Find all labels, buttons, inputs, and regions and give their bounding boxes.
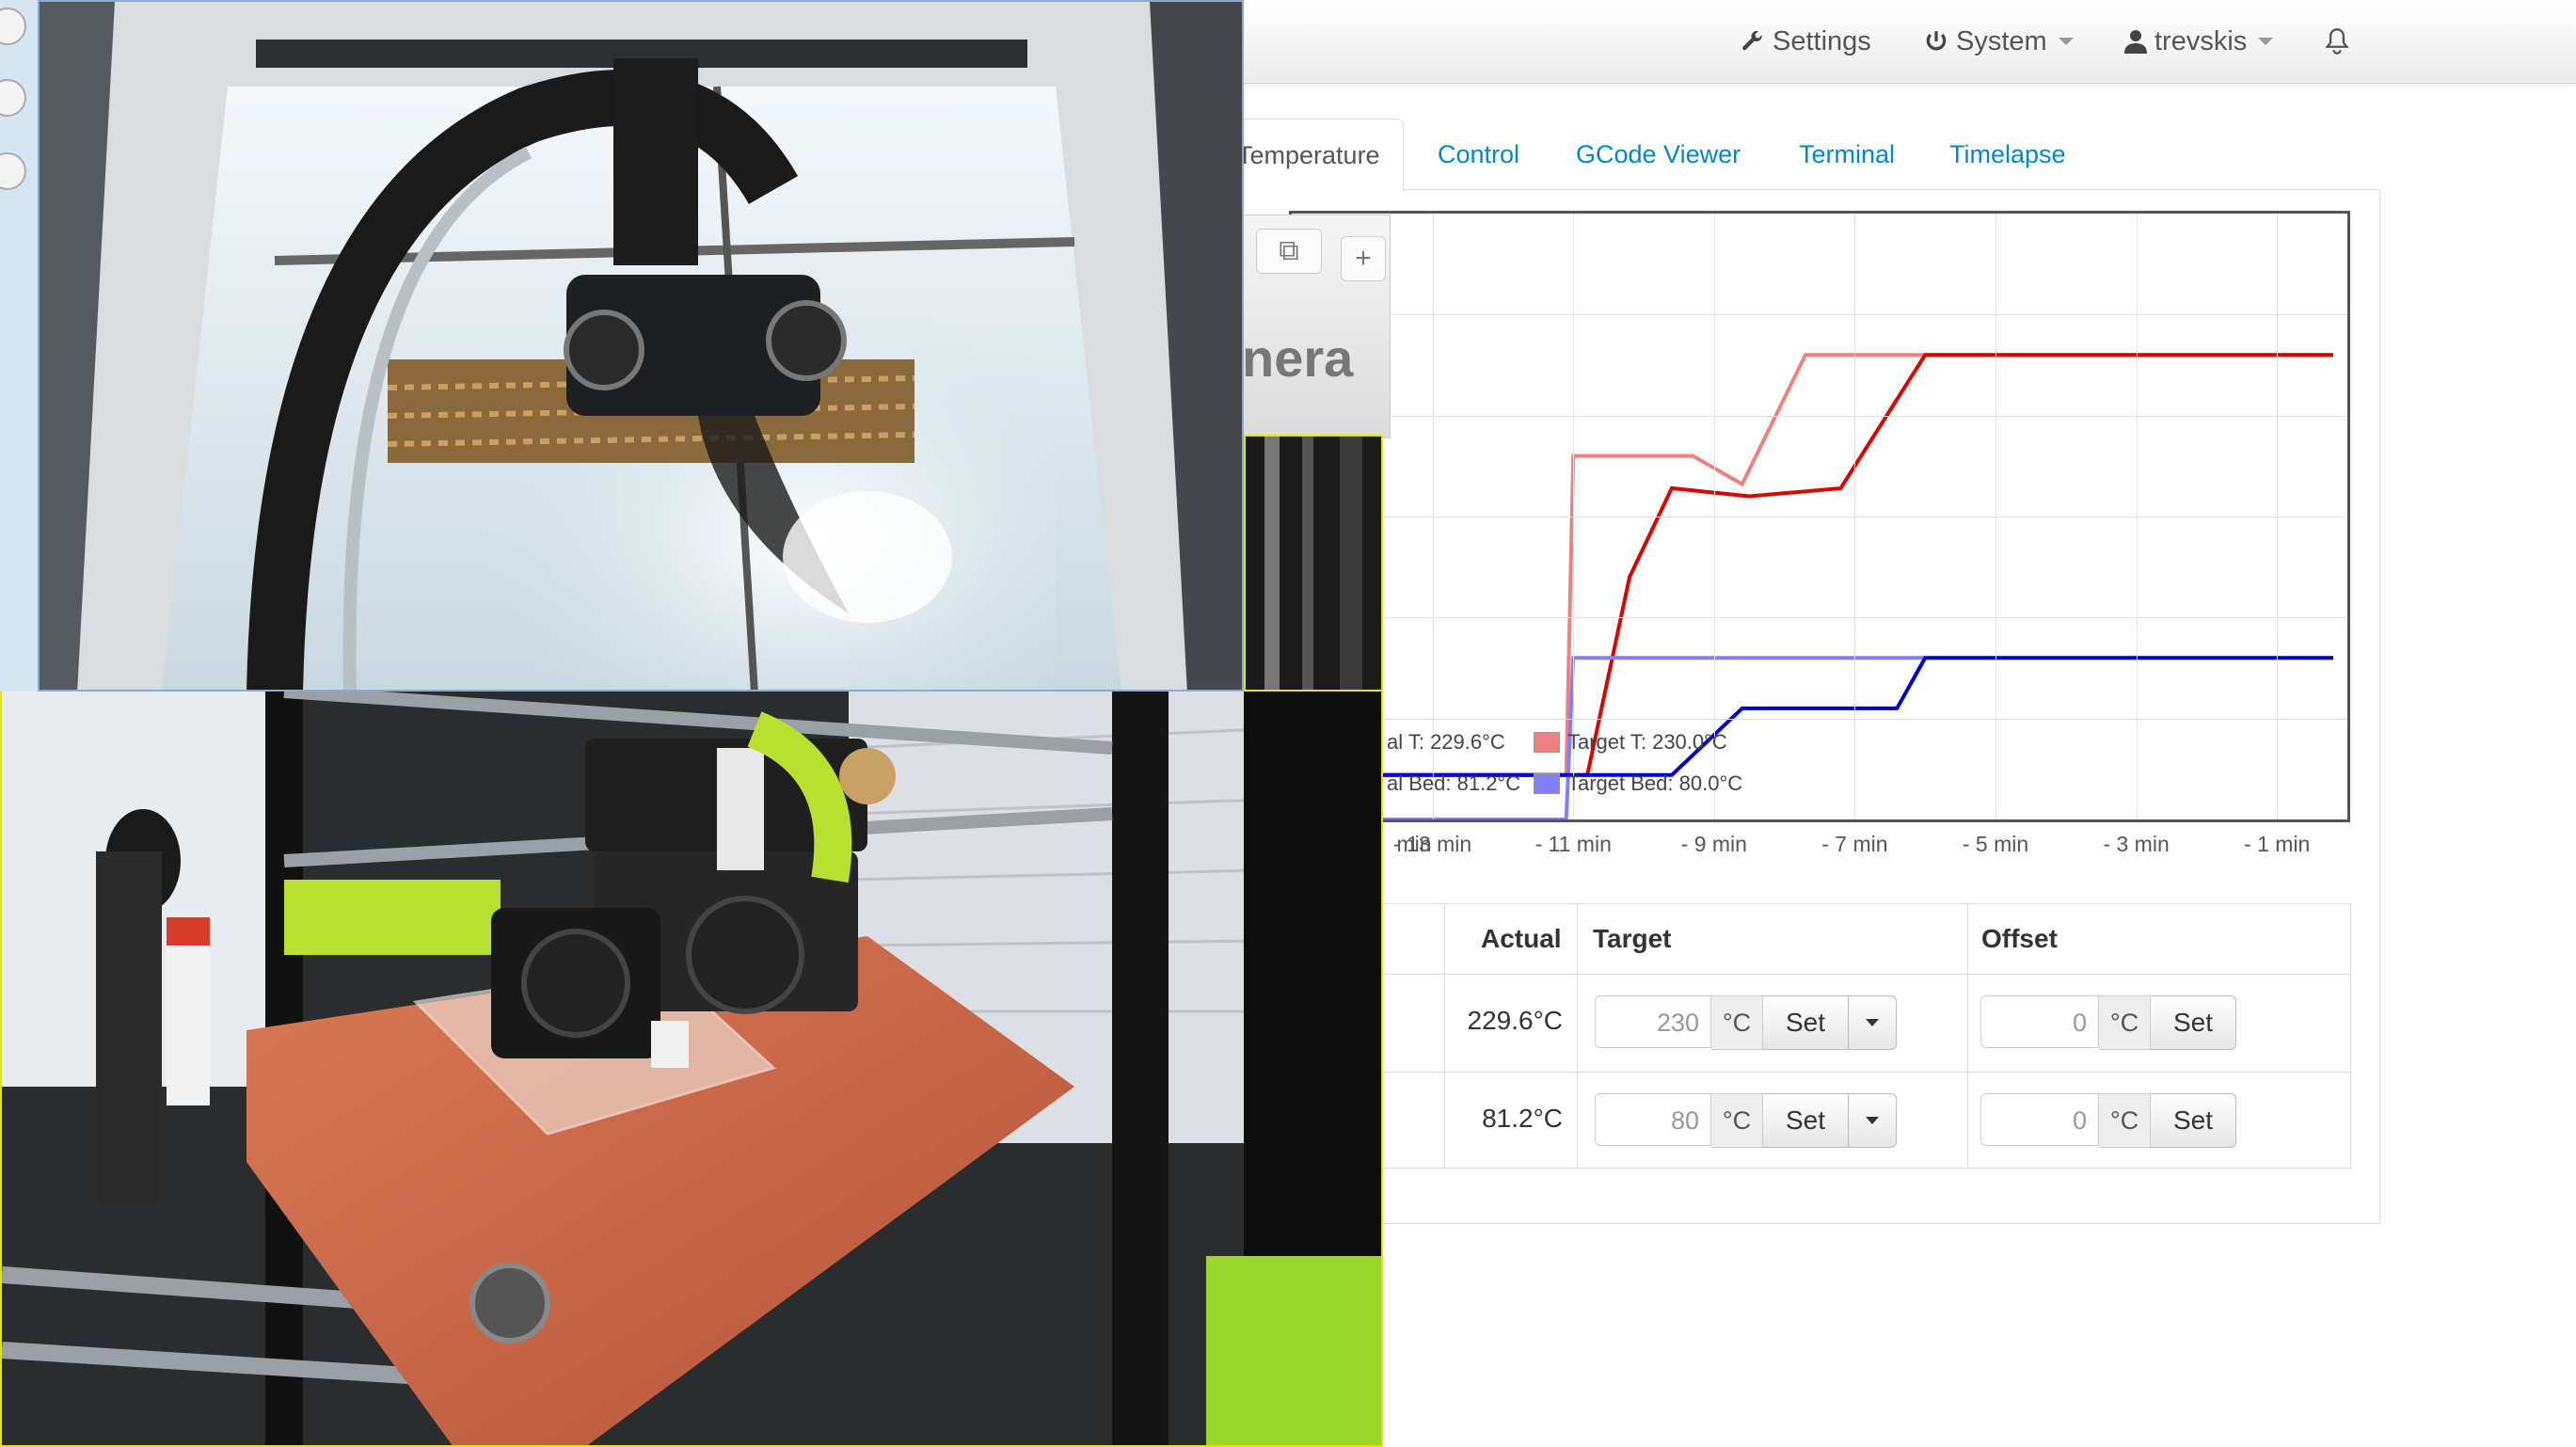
open-printer-camera-image xyxy=(2,692,1381,1445)
x-tick-label: - 13 min xyxy=(1393,832,1472,856)
tab-timelapse[interactable]: Timelapse xyxy=(1949,119,2066,190)
bed-offset-input[interactable]: 0 xyxy=(1980,1093,2099,1146)
legend-swatch-target-tool xyxy=(1534,732,1560,753)
bell-icon xyxy=(2325,28,2349,55)
x-tick-label: - 3 min xyxy=(2103,832,2170,856)
tool-offset-input[interactable]: 0 xyxy=(1980,995,2099,1048)
bed-offset-set-button[interactable]: Set xyxy=(2151,1093,2236,1148)
restore-window-icon[interactable]: ⧉ xyxy=(1256,229,1322,274)
system-menu[interactable]: System xyxy=(1924,21,2074,62)
user-icon xyxy=(2124,30,2147,54)
bed-target-dropdown-button[interactable] xyxy=(1849,1093,1897,1148)
chevron-down-icon xyxy=(2058,38,2074,45)
x-tick-label: - 1 min xyxy=(2244,832,2311,856)
strip-button-icon[interactable] xyxy=(0,79,26,117)
header-target: Target xyxy=(1593,924,1672,953)
grid-line-horizontal xyxy=(1292,617,2347,619)
tab-terminal[interactable]: Terminal xyxy=(1799,119,1895,190)
chevron-down-icon xyxy=(2258,38,2274,45)
grid-line-horizontal xyxy=(1292,314,2347,316)
table-column-divider xyxy=(1967,904,1968,1168)
bed-actual-temp: 81.2°C xyxy=(1482,1104,1563,1133)
user-label: trevskis xyxy=(2155,25,2248,56)
x-tick-label: - 7 min xyxy=(1821,832,1888,856)
webcam-feed-side xyxy=(1244,435,1383,692)
tool-target-input[interactable]: 230 xyxy=(1595,995,1711,1048)
x-tick-label: - 11 min xyxy=(1534,832,1612,856)
tool-offset-control: 0 °C Set xyxy=(1980,995,2236,1050)
temperature-table: Actual Target Offset 229.6°C 230 °C Set … xyxy=(1214,903,2351,1169)
add-icon[interactable]: + xyxy=(1341,236,1386,281)
webcam-panel-title: nera xyxy=(1242,328,1354,388)
legend-actual-bed: al Bed: 81.2°C xyxy=(1387,771,1520,796)
table-column-divider xyxy=(1577,904,1578,1168)
bed-offset-unit: °C xyxy=(2099,1093,2151,1148)
series-line-actual-bed xyxy=(1292,656,2334,777)
bed-offset-control: 0 °C Set xyxy=(1980,1093,2236,1148)
printer-frame-camera-image xyxy=(1246,437,1381,690)
tool-target-unit: °C xyxy=(1711,995,1763,1050)
bed-target-unit: °C xyxy=(1711,1093,1763,1148)
tool-target-dropdown-button[interactable] xyxy=(1849,995,1897,1050)
webcam-feed-top xyxy=(38,0,1244,692)
header-offset: Offset xyxy=(1981,924,2058,953)
caret-down-icon xyxy=(1866,1117,1879,1124)
wrench-icon xyxy=(1742,30,1762,51)
legend-target-bed: Target Bed: 80.0°C xyxy=(1534,771,1742,796)
legend-actual-tool: al T: 229.6°C xyxy=(1387,730,1505,755)
legend-swatch-target-bed xyxy=(1534,773,1560,794)
bed-target-control: 80 °C Set xyxy=(1595,1093,1897,1148)
enclosed-printer-camera-image xyxy=(40,2,1242,690)
strip-button-icon[interactable] xyxy=(0,152,26,190)
webcam-feed-bottom xyxy=(0,692,1383,1447)
grid-line-horizontal xyxy=(1292,415,2347,417)
series-line-actual-t xyxy=(1292,353,2334,777)
tab-gcode-viewer[interactable]: GCode Viewer xyxy=(1576,119,1741,190)
tab-control[interactable]: Control xyxy=(1438,119,1519,190)
x-tick-label: - 5 min xyxy=(1962,832,2029,856)
legend-target-bed-label: Target Bed: 80.0°C xyxy=(1567,771,1743,795)
x-tick-label: - 9 min xyxy=(1680,832,1747,856)
bed-target-input[interactable]: 80 xyxy=(1595,1093,1711,1146)
settings-label: Settings xyxy=(1773,25,1871,56)
legend-actual-bed-label: al Bed: 81.2°C xyxy=(1387,771,1521,795)
left-window-strip xyxy=(0,0,38,692)
strip-button-icon[interactable] xyxy=(0,8,26,45)
header-actual: Actual xyxy=(1481,924,1562,953)
table-column-divider xyxy=(1444,904,1445,1168)
tool-actual-temp: 229.6°C xyxy=(1467,1006,1564,1035)
table-row-divider xyxy=(1215,1072,2350,1073)
bed-target-set-button[interactable]: Set xyxy=(1763,1093,1849,1148)
system-label: System xyxy=(1956,25,2047,56)
legend-target-tool-label: Target T: 230.0°C xyxy=(1567,730,1727,754)
caret-down-icon xyxy=(1866,1019,1879,1026)
grid-line-horizontal xyxy=(1292,718,2347,720)
tool-target-set-button[interactable]: Set xyxy=(1763,995,1849,1050)
legend-target-tool: Target T: 230.0°C xyxy=(1534,730,1727,755)
tool-target-control: 230 °C Set xyxy=(1595,995,1897,1050)
user-menu[interactable]: trevskis xyxy=(2124,21,2274,62)
tool-offset-set-button[interactable]: Set xyxy=(2151,995,2236,1050)
settings-menu[interactable]: Settings xyxy=(1741,21,1871,62)
power-icon xyxy=(1926,31,1947,51)
tool-offset-unit: °C xyxy=(2099,995,2151,1050)
table-row-divider xyxy=(1215,974,2350,975)
series-line-target-t xyxy=(1292,353,2334,777)
legend-actual-tool-label: al T: 229.6°C xyxy=(1387,730,1505,754)
notifications-button[interactable] xyxy=(2324,21,2358,62)
